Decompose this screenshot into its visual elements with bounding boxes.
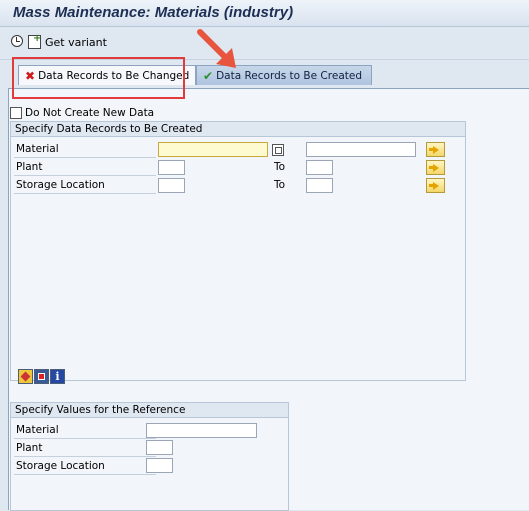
tab-records-to-be-changed[interactable]: ✖ Data Records to Be Changed [18, 65, 196, 85]
do-not-create-checkbox[interactable] [10, 107, 22, 119]
storage-location-to-label: To [274, 179, 286, 191]
arrow-right-icon [428, 163, 439, 172]
material-to-input[interactable] [306, 142, 416, 157]
get-variant-button[interactable]: Get variant [28, 33, 107, 49]
variant-icon [28, 33, 41, 49]
application-toolbar: Get variant [0, 27, 529, 60]
clock-icon [11, 35, 23, 47]
group-title: Specify Data Records to Be Created [11, 122, 465, 137]
tab-label: Data Records to Be Changed [38, 69, 190, 82]
multiple-selection-icon[interactable] [272, 144, 284, 156]
delete-icon[interactable] [34, 369, 49, 384]
ref-storage-location-input[interactable] [146, 458, 173, 473]
material-from-input[interactable] [158, 142, 268, 157]
title-bar: Mass Maintenance: Materials (industry) [0, 0, 529, 27]
get-variant-label: Get variant [45, 35, 107, 49]
tab-strip: ✖ Data Records to Be Changed ✔ Data Reco… [8, 65, 372, 89]
ref-storage-location-label: Storage Location [14, 459, 156, 475]
pointer-arrow-annotation [197, 29, 236, 68]
plant-to-input[interactable] [306, 160, 333, 175]
ref-material-label: Material [14, 423, 156, 439]
arrow-right-icon [428, 181, 439, 190]
table-control-buttons: i [18, 369, 65, 384]
storage-location-to-input[interactable] [306, 178, 333, 193]
x-icon: ✖ [25, 68, 36, 83]
configure-icon[interactable] [18, 369, 33, 384]
storage-location-label: Storage Location [14, 178, 156, 194]
do-not-create-option: Do Not Create New Data [10, 107, 154, 119]
group-title: Specify Values for the Reference [11, 403, 288, 418]
ref-plant-input[interactable] [146, 440, 173, 455]
page-title: Mass Maintenance: Materials (industry) [13, 4, 294, 21]
ref-plant-label: Plant [14, 441, 156, 457]
plant-label: Plant [14, 160, 156, 176]
execute-button[interactable] [11, 35, 23, 47]
storage-location-from-input[interactable] [158, 178, 185, 193]
material-label: Material [14, 142, 156, 158]
ref-material-input[interactable] [146, 423, 257, 438]
plant-to-label: To [274, 161, 286, 173]
arrow-right-icon [428, 145, 439, 154]
plant-from-input[interactable] [158, 160, 185, 175]
storage-location-more-button[interactable] [426, 178, 445, 193]
material-more-button[interactable] [426, 142, 445, 157]
info-icon[interactable]: i [50, 369, 65, 384]
plant-more-button[interactable] [426, 160, 445, 175]
do-not-create-label: Do Not Create New Data [25, 107, 155, 119]
